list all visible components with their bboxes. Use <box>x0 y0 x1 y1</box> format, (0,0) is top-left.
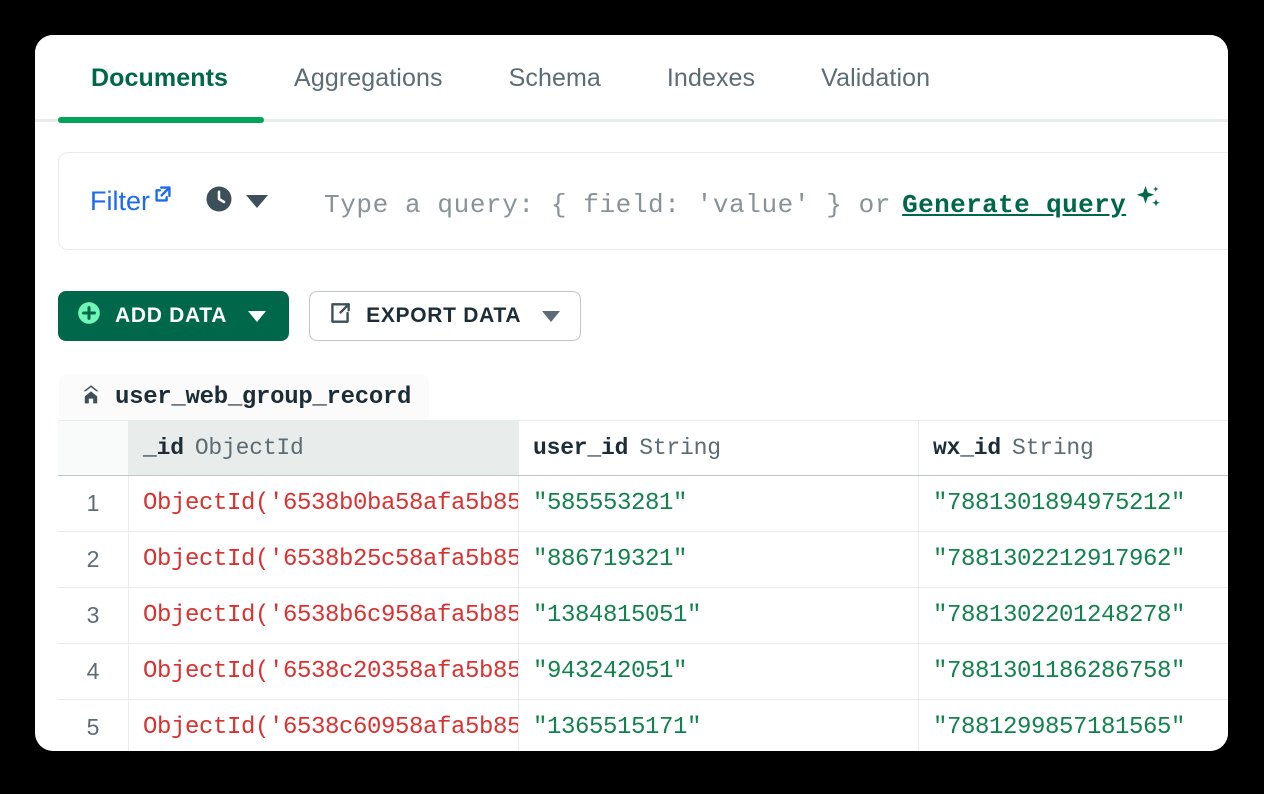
cell-user-id[interactable]: "585553281" <box>518 476 918 531</box>
tab-validation[interactable]: Validation <box>788 61 963 95</box>
collection-name: user_web_group_record <box>115 383 412 411</box>
active-tab-indicator <box>58 117 264 123</box>
column-header-wx-id[interactable]: wx_id String <box>918 421 1228 475</box>
row-number: 5 <box>58 700 128 751</box>
table-row[interactable]: 3 ObjectId('6538b6c958afa5b85… "13848150… <box>58 588 1228 644</box>
tab-bar: Documents Aggregations Schema Indexes Va… <box>35 35 1228 127</box>
app-panel: Documents Aggregations Schema Indexes Va… <box>35 35 1228 751</box>
external-link-icon <box>152 183 174 210</box>
cell-wx-id[interactable]: "7881302201248278" <box>918 588 1228 643</box>
chevron-down-icon <box>246 194 268 208</box>
add-data-label: ADD DATA <box>115 304 228 327</box>
table-header-row: _id ObjectId user_id String wx_id String <box>58 421 1228 476</box>
cell-value-user-id: "943242051" <box>533 658 688 685</box>
tab-aggregations[interactable]: Aggregations <box>261 61 476 95</box>
cell-id[interactable]: ObjectId('6538c60958afa5b85… <box>128 700 518 751</box>
row-number: 4 <box>58 644 128 699</box>
cell-value-id: ObjectId('6538b25c58afa5b85… <box>143 546 518 573</box>
table-row[interactable]: 1 ObjectId('6538b0ba58afa5b85… "58555328… <box>58 476 1228 532</box>
filter-label-button[interactable]: Filter <box>90 186 174 216</box>
cell-value-wx-id: "7881302212917962" <box>933 546 1186 573</box>
filter-bar: Filter Type a query: {field: 'value'} … <box>58 152 1228 250</box>
cell-value-id: ObjectId('6538c60958afa5b85… <box>143 714 518 741</box>
cell-id[interactable]: ObjectId('6538b25c58afa5b85… <box>128 532 518 587</box>
collection-breadcrumb-tab[interactable]: user_web_group_record <box>59 374 430 420</box>
cell-value-id: ObjectId('6538b6c958afa5b85… <box>143 602 518 629</box>
cell-value-user-id: "886719321" <box>533 546 688 573</box>
query-history-button[interactable] <box>204 184 268 219</box>
cell-value-user-id: "1384815051" <box>533 602 702 629</box>
cell-user-id[interactable]: "1384815051" <box>518 588 918 643</box>
query-placeholder-text: Type a query: { field: 'value' } or <box>324 190 892 220</box>
column-name-id: _id <box>143 435 184 461</box>
tab-documents[interactable]: Documents <box>58 61 261 95</box>
cell-id[interactable]: ObjectId('6538b0ba58afa5b85… <box>128 476 518 531</box>
table-row[interactable]: 4 ObjectId('6538c20358afa5b85… "94324205… <box>58 644 1228 700</box>
export-data-label: EXPORT DATA <box>366 304 522 327</box>
column-name-wx-id: wx_id <box>933 435 1002 461</box>
cell-user-id[interactable]: "943242051" <box>518 644 918 699</box>
cell-wx-id[interactable]: "7881299857181565" <box>918 700 1228 751</box>
column-type-wx-id: String <box>1012 435 1094 461</box>
chevron-down-icon <box>248 310 267 322</box>
cell-id[interactable]: ObjectId('6538c20358afa5b85… <box>128 644 518 699</box>
cell-wx-id[interactable]: "7881302212917962" <box>918 532 1228 587</box>
cell-value-wx-id: "7881302201248278" <box>933 602 1186 629</box>
cell-value-wx-id: "7881301186286758" <box>933 658 1186 685</box>
cell-value-user-id: "1365515171" <box>533 714 702 741</box>
cell-wx-id[interactable]: "7881301894975212" <box>918 476 1228 531</box>
cell-value-user-id: "585553281" <box>533 490 688 517</box>
action-button-row: ADD DATA EXPORT DATA <box>58 291 582 341</box>
document-table: _id ObjectId user_id String wx_id String 1 … <box>58 420 1228 751</box>
cell-value-id: ObjectId('6538c20358afa5b85… <box>143 658 518 685</box>
tab-list: Documents Aggregations Schema Indexes Va… <box>58 61 963 95</box>
chevron-down-icon <box>542 310 561 322</box>
cell-value-wx-id: "7881299857181565" <box>933 714 1186 741</box>
generate-query-link[interactable]: Generate query <box>902 190 1126 220</box>
cell-id[interactable]: ObjectId('6538b6c958afa5b85… <box>128 588 518 643</box>
home-icon <box>79 383 103 412</box>
column-header-id[interactable]: _id ObjectId <box>128 421 518 475</box>
column-type-id: ObjectId <box>194 435 304 461</box>
query-input-area[interactable]: Type a query: { field: 'value' } or Gene… <box>324 182 1228 220</box>
tab-schema[interactable]: Schema <box>476 61 634 95</box>
cell-value-id: ObjectId('6538b0ba58afa5b85… <box>143 490 518 517</box>
export-data-button[interactable]: EXPORT DATA <box>309 291 582 341</box>
cell-user-id[interactable]: "1365515171" <box>518 700 918 751</box>
sparkle-icon <box>1134 182 1164 217</box>
add-data-button[interactable]: ADD DATA <box>58 291 290 341</box>
clock-icon <box>204 184 234 219</box>
table-row[interactable]: 5 ObjectId('6538c60958afa5b85… "13655151… <box>58 700 1228 751</box>
column-type-user-id: String <box>639 435 721 461</box>
tab-indexes[interactable]: Indexes <box>634 61 788 95</box>
column-header-user-id[interactable]: user_id String <box>518 421 918 475</box>
row-number: 2 <box>58 532 128 587</box>
plus-circle-icon <box>76 300 102 332</box>
device-frame: Documents Aggregations Schema Indexes Va… <box>0 0 1264 794</box>
row-number: 1 <box>58 476 128 531</box>
cell-wx-id[interactable]: "7881301186286758" <box>918 644 1228 699</box>
header-gutter <box>58 421 128 475</box>
export-icon <box>327 300 353 332</box>
cell-user-id[interactable]: "886719321" <box>518 532 918 587</box>
cell-value-wx-id: "7881301894975212" <box>933 490 1186 517</box>
table-row[interactable]: 2 ObjectId('6538b25c58afa5b85… "88671932… <box>58 532 1228 588</box>
filter-label: Filter <box>90 186 150 216</box>
column-name-user-id: user_id <box>533 435 629 461</box>
row-number: 3 <box>58 588 128 643</box>
